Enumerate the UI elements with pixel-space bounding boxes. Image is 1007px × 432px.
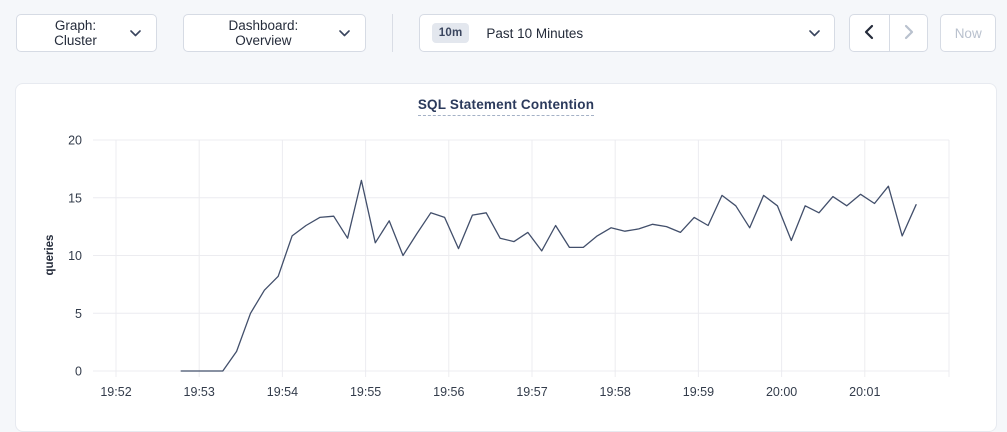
x-axis-tick-label: 19:55	[350, 385, 381, 399]
x-axis-tick-label: 19:58	[600, 385, 631, 399]
x-axis-tick-label: 19:52	[100, 385, 131, 399]
x-axis-tick-label: 19:59	[683, 385, 714, 399]
chart-title[interactable]: SQL Statement Contention	[418, 97, 594, 116]
x-axis-tick-label: 19:57	[516, 385, 547, 399]
x-axis-tick-label: 19:54	[267, 385, 298, 399]
y-axis-tick-label: 0	[75, 365, 82, 379]
time-window-arrows	[849, 14, 928, 52]
y-axis-tick-label: 15	[68, 191, 82, 205]
y-axis-tick-label: 20	[68, 134, 82, 148]
graph-scope-label: Graph: Cluster	[32, 18, 119, 48]
y-axis-tick-label: 10	[68, 249, 82, 263]
x-axis-tick-label: 20:00	[766, 385, 797, 399]
toolbar: Graph: Cluster Dashboard: Overview 10m P…	[0, 0, 1007, 52]
time-range-label: Past 10 Minutes	[486, 26, 583, 41]
y-axis-title: queries	[44, 235, 56, 276]
chevron-down-icon	[809, 30, 820, 37]
chevron-down-icon	[339, 30, 350, 37]
time-range-badge: 10m	[432, 23, 470, 43]
chart-title-row: SQL Statement Contention	[16, 97, 996, 116]
x-axis-tick-label: 20:01	[849, 385, 880, 399]
y-axis-tick-label: 5	[75, 307, 82, 321]
dashboard-dropdown[interactable]: Dashboard: Overview	[183, 14, 366, 52]
x-axis-tick-label: 19:56	[433, 385, 464, 399]
x-axis-tick-label: 19:53	[184, 385, 215, 399]
chevron-left-icon	[862, 24, 876, 43]
data-series-line	[181, 180, 916, 371]
graph-scope-dropdown[interactable]: Graph: Cluster	[16, 14, 157, 52]
chart-panel: SQL Statement Contention 0 5 10 15 20 19:52 19…	[15, 83, 997, 432]
toolbar-divider	[392, 14, 393, 52]
next-time-window-button[interactable]	[889, 15, 928, 51]
sql-statement-contention-chart: 0 5 10 15 20 19:52 19:53 19:54 19:55 19:56 19:57 19…	[16, 84, 996, 431]
chevron-down-icon	[130, 30, 141, 37]
now-button[interactable]: Now	[940, 14, 996, 52]
previous-time-window-button[interactable]	[850, 15, 889, 51]
chevron-right-icon	[902, 24, 916, 43]
dashboard-label: Dashboard: Overview	[199, 18, 328, 48]
time-range-dropdown[interactable]: 10m Past 10 Minutes	[419, 14, 835, 52]
